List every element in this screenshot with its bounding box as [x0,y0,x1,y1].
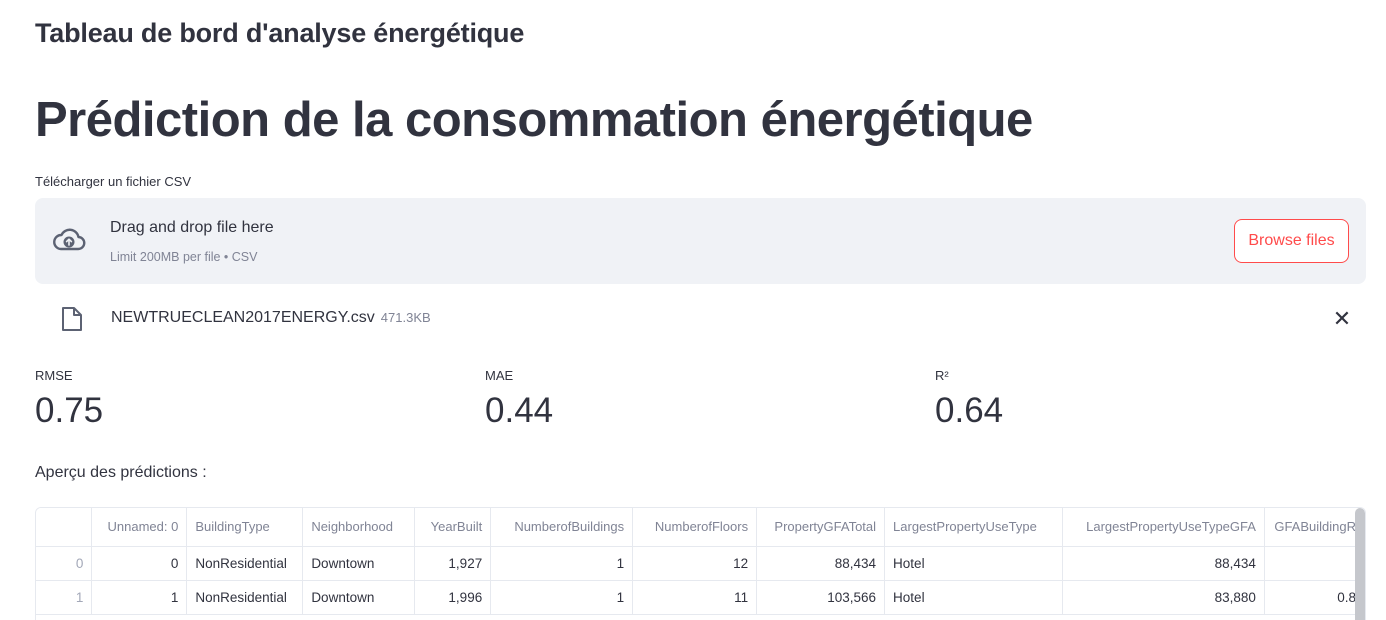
table-header-row: Unnamed: 0 BuildingType Neighborhood Yea… [36,508,1365,547]
metric-value: 0.44 [485,391,554,430]
metric-value: 0.64 [935,391,1004,430]
uploaded-file: NEWTRUECLEAN2017ENERGY.csv 471.3KB ✕ [35,300,1366,340]
file-name: NEWTRUECLEAN2017ENERGY.csv 471.3KB [111,309,431,327]
metric-r2: R² 0.64 [935,368,1003,431]
table-cell[interactable]: Downtown [302,546,416,581]
metric-value: 0.75 [35,391,104,430]
table-cell[interactable]: Hotel [884,546,1063,581]
column-header[interactable]: GFABuildingR [1264,508,1365,547]
table-cell[interactable]: NonResidential [186,580,304,615]
table-cell[interactable]: Hotel [884,580,1063,615]
table-cell[interactable]: 12 [632,546,758,581]
metric-label: R² [935,368,949,383]
metric-mae: MAE 0.44 [485,368,553,431]
column-header[interactable]: LargestPropertyUseTypeGFA [1062,508,1265,547]
metric-label: MAE [485,368,514,383]
predictions-table[interactable]: Unnamed: 0 BuildingType Neighborhood Yea… [35,507,1366,620]
table-cell[interactable]: 0.8 [1264,580,1365,615]
table-cell[interactable]: NonResidential [186,546,304,581]
column-header[interactable]: YearBuilt [414,508,492,547]
table-row[interactable]: 1 1 NonResidential Downtown 1,996 1 11 1… [36,580,1365,615]
file-dropzone[interactable]: Drag and drop file here Limit 200MB per … [35,198,1366,284]
browse-files-button[interactable]: Browse files [1234,219,1349,263]
table-row[interactable]: 0 0 NonResidential Downtown 1,927 1 12 8… [36,546,1365,581]
column-header[interactable]: LargestPropertyUseType [884,508,1063,547]
column-header-index[interactable] [36,508,93,547]
cloud-upload-icon [53,228,86,251]
metric-label: RMSE [35,368,73,383]
table-scrollbar[interactable] [1355,508,1365,620]
table-cell[interactable] [1264,546,1365,581]
column-header[interactable]: BuildingType [186,508,304,547]
column-header[interactable]: PropertyGFATotal [756,508,886,547]
table-cell[interactable]: 11 [632,580,758,615]
table-cell[interactable]: 1,996 [414,580,492,615]
table-cell[interactable]: 88,434 [1062,546,1265,581]
page-title: Prédiction de la consommation énergétiqu… [35,93,1033,147]
column-header[interactable]: NumberofBuildings [490,508,634,547]
remove-file-button[interactable]: ✕ [1330,306,1354,332]
table-cell[interactable]: 1 [91,580,188,615]
file-size: 471.3KB [380,310,431,325]
row-index: 0 [36,546,93,581]
column-header[interactable]: Unnamed: 0 [91,508,188,547]
column-header[interactable]: NumberofFloors [632,508,758,547]
table-cell[interactable]: 83,880 [1062,580,1265,615]
dropzone-instructions: Drag and drop file here [110,219,274,236]
app-title: Tableau de bord d'analyse énergétique [35,18,525,48]
table-cell[interactable]: 1 [490,546,634,581]
table-cell[interactable]: 1,927 [414,546,492,581]
metric-rmse: RMSE 0.75 [35,368,103,431]
table-cell[interactable]: 0 [91,546,188,581]
preview-label: Aperçu des prédictions : [35,464,207,481]
table-cell[interactable]: Downtown [302,580,416,615]
table-cell[interactable]: 1 [490,580,634,615]
table-cell[interactable]: 103,566 [756,580,886,615]
dropzone-limit: Limit 200MB per file • CSV [110,250,258,264]
row-index: 1 [36,580,93,615]
column-header[interactable]: Neighborhood [302,508,416,547]
file-icon [62,307,82,331]
file-name-text: NEWTRUECLEAN2017ENERGY.csv [111,309,375,326]
upload-label: Télécharger un fichier CSV [35,174,192,189]
table-cell[interactable]: 88,434 [756,546,886,581]
